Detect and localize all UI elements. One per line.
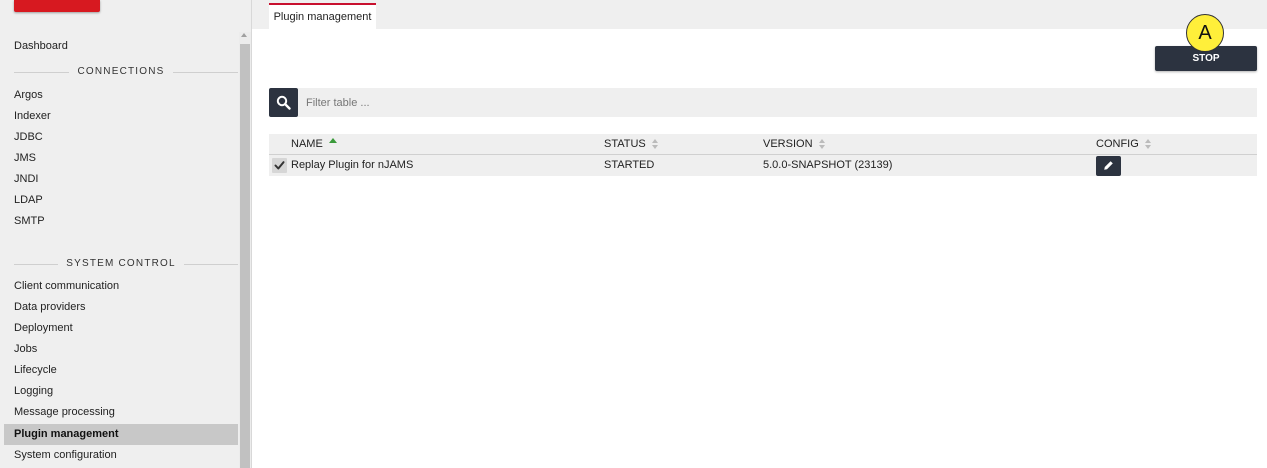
brand-logo[interactable] bbox=[14, 0, 100, 12]
sidebar-item-argos[interactable]: Argos bbox=[4, 85, 238, 106]
filter-input[interactable] bbox=[298, 88, 1257, 117]
sidebar-item-ldap[interactable]: LDAP bbox=[4, 190, 238, 211]
section-title: CONNECTIONS bbox=[69, 65, 173, 79]
divider bbox=[172, 72, 238, 73]
section-title: SYSTEM CONTROL bbox=[58, 257, 184, 271]
annotation-marker: A bbox=[1186, 14, 1224, 52]
cell-version: 5.0.0-SNAPSHOT (23139) bbox=[763, 159, 893, 171]
sidebar-item-system-configuration[interactable]: System configuration bbox=[4, 445, 238, 466]
tab-bar: Plugin management bbox=[252, 0, 1267, 29]
sidebar-item-jobs[interactable]: Jobs bbox=[4, 339, 238, 360]
divider bbox=[14, 264, 60, 265]
column-header-label: NAME bbox=[291, 138, 323, 150]
column-header-status[interactable]: STATUS bbox=[604, 134, 659, 155]
sort-ascending-icon bbox=[328, 137, 337, 143]
sidebar-item-smtp[interactable]: SMTP bbox=[4, 211, 238, 232]
sort-icon bbox=[651, 139, 659, 150]
tab-plugin-management[interactable]: Plugin management bbox=[269, 3, 376, 29]
cell-status: STARTED bbox=[604, 159, 655, 171]
search-button[interactable] bbox=[269, 88, 298, 117]
scroll-up-arrow-icon[interactable] bbox=[241, 33, 247, 37]
column-header-label: CONFIG bbox=[1096, 138, 1139, 150]
column-header-config[interactable]: CONFIG bbox=[1096, 134, 1152, 155]
sidebar-item-jndi[interactable]: JNDI bbox=[4, 169, 238, 190]
sidebar-item-indexer[interactable]: Indexer bbox=[4, 106, 238, 127]
search-icon bbox=[276, 95, 291, 110]
sort-icon bbox=[818, 139, 826, 150]
column-header-name[interactable]: NAME bbox=[291, 134, 337, 155]
pencil-icon bbox=[1104, 161, 1113, 170]
sidebar-item-data-providers[interactable]: Data providers bbox=[4, 297, 238, 318]
divider bbox=[14, 72, 70, 73]
column-header-label: VERSION bbox=[763, 138, 813, 150]
sidebar-item-lifecycle[interactable]: Lifecycle bbox=[4, 360, 238, 381]
column-header-version[interactable]: VERSION bbox=[763, 134, 826, 155]
table-header: NAME STATUS VERSION CONFIG bbox=[269, 134, 1257, 155]
sidebar-item-dashboard[interactable]: Dashboard bbox=[4, 36, 238, 57]
table-row[interactable]: Replay Plugin for nJAMS STARTED 5.0.0-SN… bbox=[269, 155, 1257, 176]
check-icon bbox=[274, 161, 285, 170]
column-header-label: STATUS bbox=[604, 138, 646, 150]
sidebar-item-jms[interactable]: JMS bbox=[4, 148, 238, 169]
sidebar-item-client-communication[interactable]: Client communication bbox=[4, 276, 238, 297]
sidebar-item-message-processing[interactable]: Message processing bbox=[4, 402, 238, 423]
sidebar-item-logging[interactable]: Logging bbox=[4, 381, 238, 402]
sidebar-item-deployment[interactable]: Deployment bbox=[4, 318, 238, 339]
divider bbox=[180, 264, 238, 265]
config-edit-button[interactable] bbox=[1096, 156, 1121, 176]
sidebar: Dashboard CONNECTIONS Argos Indexer JDBC… bbox=[0, 0, 252, 468]
section-system-control: SYSTEM CONTROL bbox=[4, 257, 238, 271]
sort-icon bbox=[1144, 139, 1152, 150]
section-connections: CONNECTIONS bbox=[4, 65, 238, 79]
cell-name: Replay Plugin for nJAMS bbox=[291, 159, 414, 171]
sidebar-item-plugin-management[interactable]: Plugin management bbox=[4, 424, 238, 445]
row-checkbox[interactable] bbox=[272, 158, 287, 173]
sidebar-item-jdbc[interactable]: JDBC bbox=[4, 127, 238, 148]
sidebar-scrollbar-thumb[interactable] bbox=[240, 44, 250, 468]
